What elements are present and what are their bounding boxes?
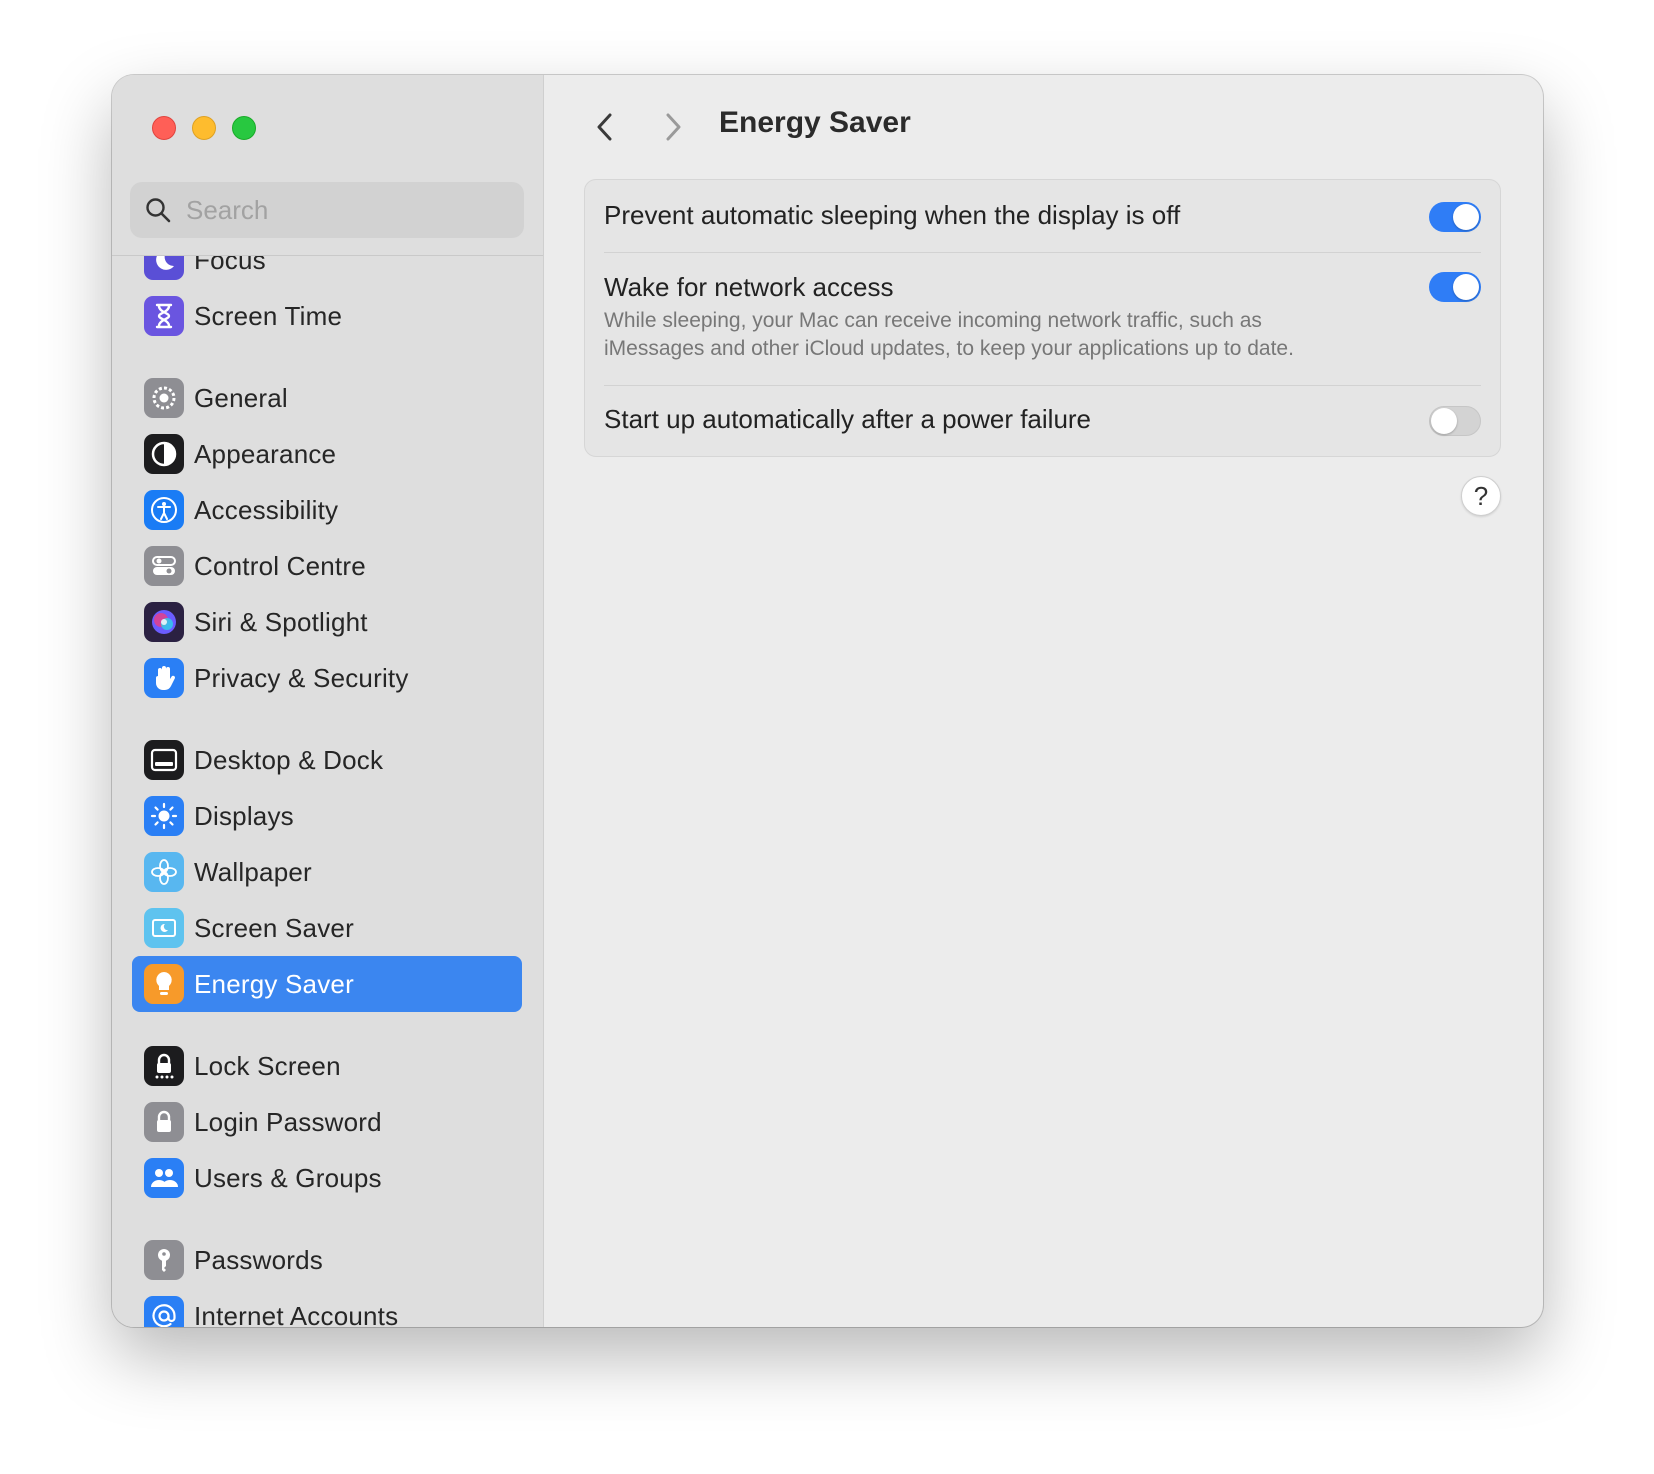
setting-row-startup-power: Start up automatically after a power fai… (604, 404, 1481, 444)
search-input[interactable] (184, 193, 508, 227)
sidebar-item-label: Displays (194, 800, 294, 831)
lock-icon (144, 1102, 184, 1142)
sidebar-item-internet-accounts[interactable]: Internet Accounts (132, 1288, 522, 1327)
sidebar-item-label: Users & Groups (194, 1162, 382, 1193)
appearance-icon (144, 434, 184, 474)
sidebar-item-label: General (194, 382, 288, 413)
setting-label: Start up automatically after a power fai… (604, 404, 1092, 434)
forward-button[interactable] (658, 107, 688, 147)
key-icon (144, 1240, 184, 1280)
setting-label: Prevent automatic sleeping when the disp… (604, 200, 1181, 230)
sidebar-list[interactable]: Focus Screen Time General Appearance Acc… (112, 256, 543, 1327)
sidebar-item-passwords[interactable]: Passwords (132, 1232, 522, 1288)
sidebar-item-label: Energy Saver (194, 968, 354, 999)
sidebar-item-label: Passwords (194, 1244, 323, 1275)
dock-icon (144, 740, 184, 780)
sidebar-item-screen-saver[interactable]: Screen Saver (132, 900, 522, 956)
sidebar-item-label: Privacy & Security (194, 662, 409, 693)
search-field[interactable] (130, 182, 524, 238)
hourglass-icon (144, 296, 184, 336)
setting-row-prevent-sleep: Prevent automatic sleeping when the disp… (604, 200, 1481, 240)
sidebar-item-login-password[interactable]: Login Password (132, 1094, 522, 1150)
window-controls (152, 116, 256, 140)
siri-icon (144, 602, 184, 642)
sidebar-item-wallpaper[interactable]: Wallpaper (132, 844, 522, 900)
sidebar-item-appearance[interactable]: Appearance (132, 426, 522, 482)
settings-window: Focus Screen Time General (112, 75, 1543, 1327)
startup-power-toggle[interactable] (1429, 406, 1481, 436)
page-title: Energy Saver (719, 106, 911, 139)
setting-description: While sleeping, your Mac can receive inc… (604, 309, 1294, 360)
sidebar-item-label: Screen Saver (194, 912, 354, 943)
sidebar-item-label: Screen Time (194, 300, 343, 331)
settings-card: Prevent automatic sleeping when the disp… (584, 179, 1501, 457)
setting-row-wake-network: Wake for network access While sleeping, … (604, 272, 1481, 382)
control-centre-icon (144, 546, 184, 586)
search-icon (146, 198, 171, 223)
sidebar-item-users-groups[interactable]: Users & Groups (132, 1150, 522, 1206)
row-divider (604, 385, 1481, 386)
help-button[interactable]: ? (1461, 476, 1501, 516)
zoom-window-button[interactable] (232, 116, 256, 140)
sidebar-item-privacy-security[interactable]: Privacy & Security (132, 650, 522, 706)
lock-screen-icon (144, 1046, 184, 1086)
back-button[interactable] (590, 107, 620, 147)
sidebar-item-label: Focus (194, 256, 266, 275)
close-window-button[interactable] (152, 116, 176, 140)
sidebar-item-label: Appearance (194, 438, 337, 469)
content-pane: Energy Saver Prevent automatic sleeping … (544, 75, 1543, 1327)
sidebar-item-displays[interactable]: Displays (132, 788, 522, 844)
sidebar-item-desktop-dock[interactable]: Desktop & Dock (132, 732, 522, 788)
sun-icon (144, 796, 184, 836)
sidebar-item-focus[interactable]: Focus (132, 256, 522, 288)
gear-icon (144, 378, 184, 418)
at-icon (144, 1296, 184, 1327)
sidebar-item-lock-screen[interactable]: Lock Screen (132, 1038, 522, 1094)
minimize-window-button[interactable] (192, 116, 216, 140)
sidebar-item-label: Internet Accounts (194, 1300, 399, 1328)
row-divider (604, 252, 1481, 253)
moon-icon (144, 256, 184, 280)
lightbulb-icon (144, 964, 184, 1004)
wake-network-toggle[interactable] (1429, 272, 1481, 302)
sidebar-item-label: Control Centre (194, 550, 366, 581)
setting-label: Wake for network access (604, 272, 894, 302)
accessibility-icon (144, 490, 184, 530)
sidebar-item-label: Accessibility (194, 494, 339, 525)
sidebar-item-label: Wallpaper (194, 856, 312, 887)
hand-icon (144, 658, 184, 698)
sidebar-item-general[interactable]: General (132, 370, 522, 426)
sidebar-item-siri-spotlight[interactable]: Siri & Spotlight (132, 594, 522, 650)
sidebar-item-screen-time[interactable]: Screen Time (132, 288, 522, 344)
sidebar-item-label: Desktop & Dock (194, 744, 384, 775)
sidebar-item-energy-saver[interactable]: Energy Saver (132, 956, 522, 1012)
users-icon (144, 1158, 184, 1198)
prevent-sleep-toggle[interactable] (1429, 202, 1481, 232)
sidebar-item-label: Lock Screen (194, 1050, 341, 1081)
sidebar-item-control-centre[interactable]: Control Centre (132, 538, 522, 594)
sidebar: Focus Screen Time General (112, 75, 544, 1327)
sidebar-item-accessibility[interactable]: Accessibility (132, 482, 522, 538)
flower-icon (144, 852, 184, 892)
screen-saver-icon (144, 908, 184, 948)
sidebar-item-label: Login Password (194, 1106, 382, 1137)
sidebar-item-label: Siri & Spotlight (194, 606, 368, 637)
